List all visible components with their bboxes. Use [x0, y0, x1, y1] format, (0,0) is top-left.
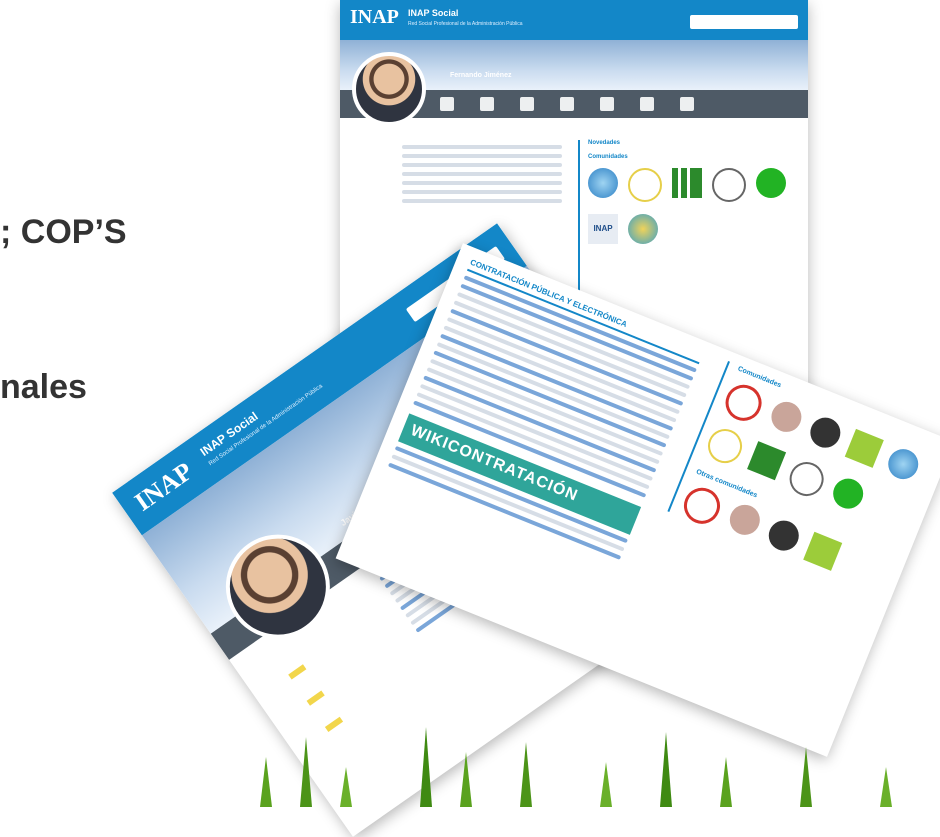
slide-text-line1: ; COP’S — [0, 213, 127, 251]
community-icon[interactable] — [784, 456, 829, 502]
community-icon[interactable]: INAP — [588, 214, 618, 244]
profile-icon[interactable] — [480, 97, 494, 111]
community-icon[interactable] — [628, 214, 658, 244]
avatar — [352, 52, 426, 126]
community-icon[interactable] — [747, 441, 787, 481]
section-title: Novedades — [588, 140, 621, 146]
community-icon[interactable] — [712, 168, 746, 202]
site-name: INAP Social — [408, 8, 459, 18]
profile-body — [402, 140, 562, 208]
sidebar-marks — [288, 664, 344, 732]
site-logo: INAP — [350, 6, 399, 28]
site-subtitle: Red Social Profesional de la Administrac… — [408, 21, 523, 27]
search-input[interactable] — [690, 15, 798, 29]
community-icon[interactable] — [678, 482, 726, 530]
community-icon[interactable] — [702, 423, 748, 469]
community-icon[interactable] — [766, 397, 806, 437]
home-icon[interactable] — [440, 97, 454, 111]
community-icon[interactable] — [883, 444, 923, 484]
slide-text-line2: nales — [0, 368, 87, 406]
communities-icon[interactable] — [600, 97, 614, 111]
community-icon[interactable] — [844, 428, 884, 468]
calendar-icon[interactable] — [680, 97, 694, 111]
community-icon[interactable] — [588, 168, 618, 198]
community-icon[interactable] — [725, 500, 765, 540]
section-communities: Comunidades — [588, 154, 628, 160]
community-icon[interactable] — [628, 168, 662, 202]
community-icon[interactable] — [805, 413, 845, 453]
community-icon[interactable] — [720, 379, 768, 427]
community-icon[interactable] — [828, 474, 868, 514]
site-header: INAP INAP Social Red Social Profesional … — [340, 0, 808, 40]
feed-communities-panel: Comunidades Otras comunidades — [667, 361, 940, 602]
community-icon[interactable] — [756, 168, 786, 198]
community-icon[interactable] — [803, 531, 843, 571]
profile-user-name: Fernando Jiménez — [450, 72, 512, 79]
grass-decoration — [0, 727, 940, 807]
community-icon[interactable] — [764, 516, 804, 556]
connections-icon[interactable] — [640, 97, 654, 111]
messages-icon[interactable] — [560, 97, 574, 111]
groups-icon[interactable] — [520, 97, 534, 111]
community-icon[interactable] — [672, 168, 702, 198]
